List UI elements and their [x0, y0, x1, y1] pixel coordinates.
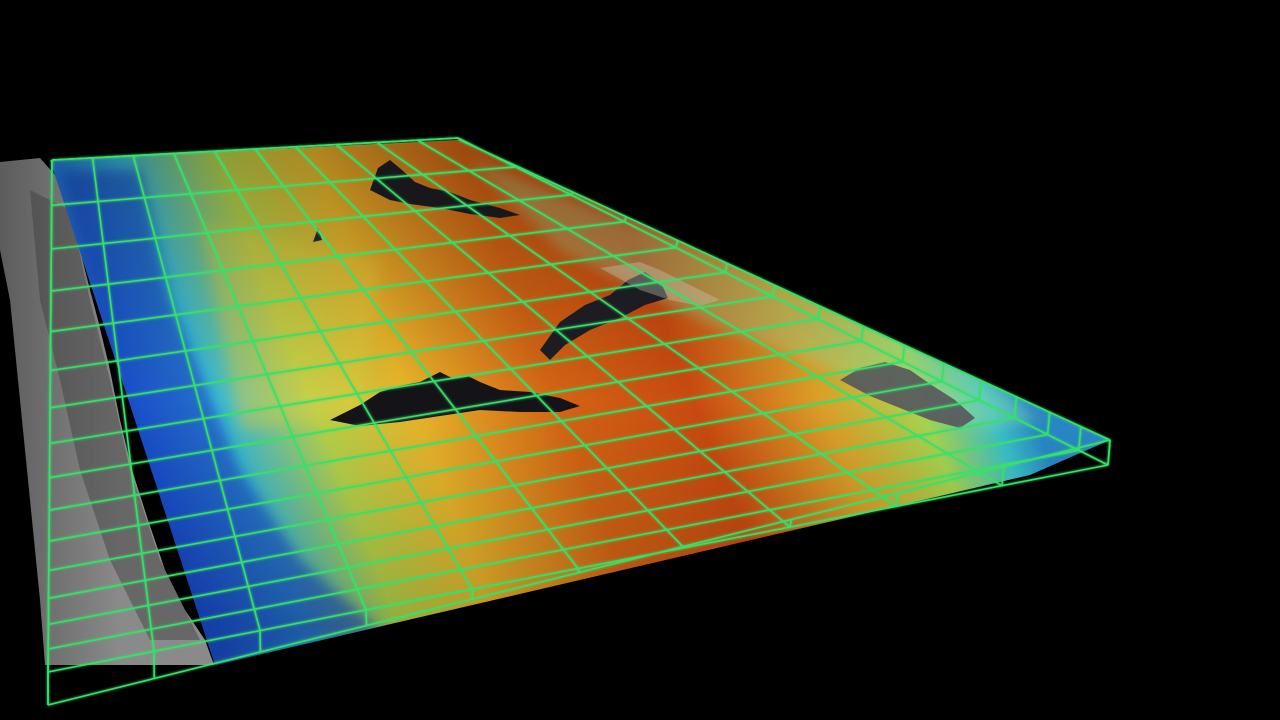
grid-line-front-post	[365, 609, 368, 626]
grid-line-side-post	[1107, 439, 1111, 466]
grid-line-front-post	[471, 589, 474, 600]
terrain-viewport[interactable]	[0, 0, 1280, 720]
